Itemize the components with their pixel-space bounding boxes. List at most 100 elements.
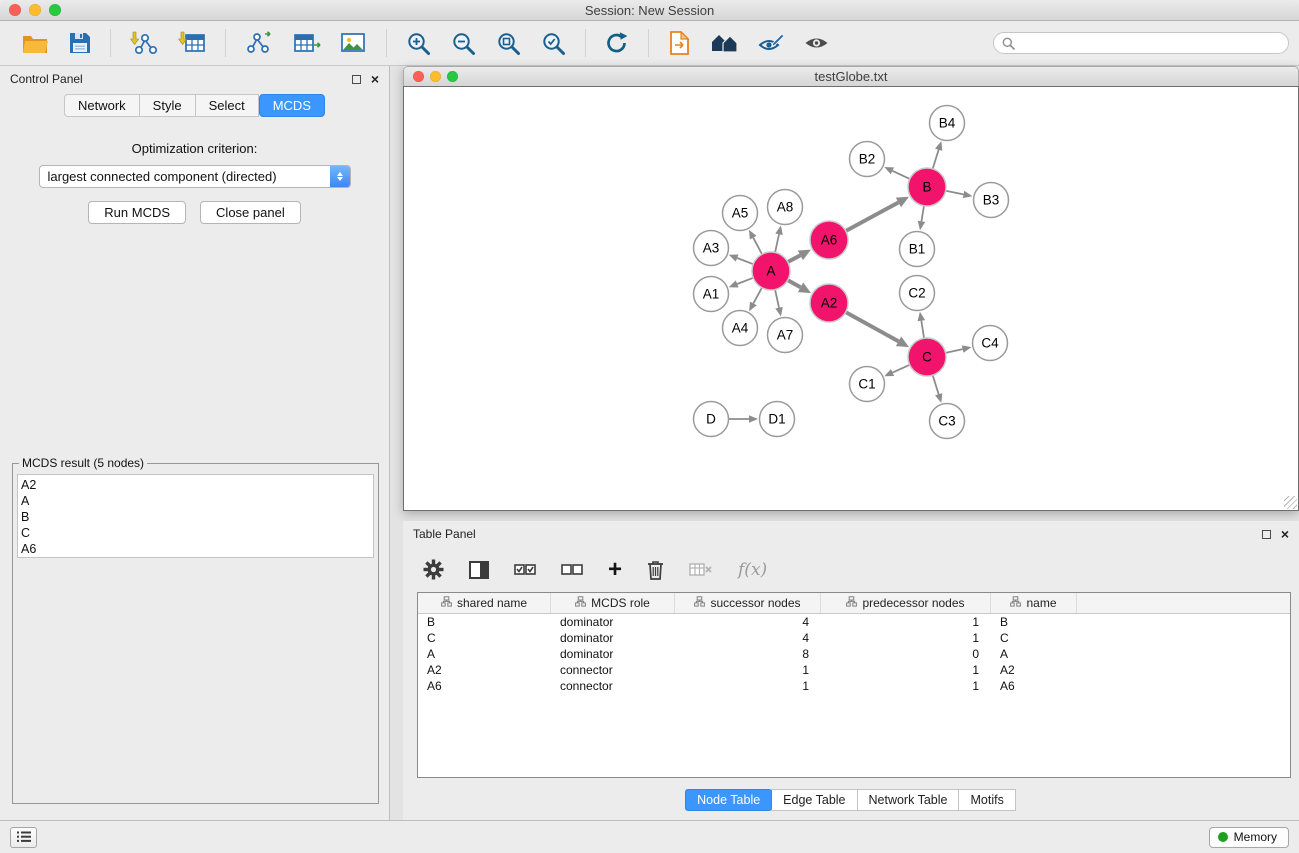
table-tab-node-table[interactable]: Node Table: [685, 789, 772, 811]
mcds-result-item[interactable]: A: [21, 493, 373, 509]
export-image-button[interactable]: [338, 29, 370, 57]
control-tab-network[interactable]: Network: [64, 94, 140, 117]
graph-node-B[interactable]: B: [908, 168, 946, 206]
graph-edge-C-C2[interactable]: [921, 321, 924, 339]
mcds-result-item[interactable]: B: [21, 509, 373, 525]
mcds-result-item[interactable]: C: [21, 525, 373, 541]
select-all-button[interactable]: [512, 561, 538, 579]
graph-node-D[interactable]: D: [694, 402, 729, 437]
add-row-button[interactable]: +: [606, 558, 624, 582]
graph-edge-C-C1[interactable]: [893, 365, 910, 373]
graph-edge-A-A3[interactable]: [737, 258, 753, 264]
column-header-name[interactable]: name: [991, 593, 1077, 613]
float-panel-icon[interactable]: [1262, 530, 1271, 539]
network-window-titlebar[interactable]: testGlobe.txt: [403, 66, 1299, 86]
table-tab-motifs[interactable]: Motifs: [958, 789, 1015, 811]
insert-column-button[interactable]: [467, 559, 491, 581]
close-panel-icon[interactable]: ×: [1281, 529, 1289, 539]
search-input[interactable]: [1020, 36, 1280, 50]
network-maximize-button[interactable]: [447, 71, 458, 82]
open-document-button[interactable]: [665, 28, 694, 58]
refresh-layout-button[interactable]: [602, 28, 632, 58]
graph-node-C[interactable]: C: [908, 338, 946, 376]
table-row-B[interactable]: Bdominator41B: [418, 614, 1290, 630]
graph-node-C1[interactable]: C1: [850, 367, 885, 402]
column-header-predecessor-nodes[interactable]: predecessor nodes: [821, 593, 991, 613]
optimization-criterion-select[interactable]: largest connected component (directed): [39, 165, 351, 188]
table-row-A[interactable]: Adominator80A: [418, 646, 1290, 662]
graph-node-B2[interactable]: B2: [850, 142, 885, 177]
close-panel-button[interactable]: Close panel: [200, 201, 301, 224]
graph-edge-B-B2[interactable]: [892, 171, 909, 179]
task-history-button[interactable]: [10, 827, 37, 848]
network-canvas[interactable]: B4 B2 B B3 A5 A8A6 A3 B1 A A1 C2 A2 A4 A7 C4 C C1 C3 D D1: [403, 86, 1299, 511]
control-tab-style[interactable]: Style: [140, 94, 196, 117]
graph-node-C3[interactable]: C3: [930, 404, 965, 439]
graph-edge-A-A6[interactable]: [788, 255, 801, 262]
column-header-shared-name[interactable]: shared name: [418, 593, 551, 613]
graph-edge-A-A5[interactable]: [753, 238, 762, 255]
table-tab-edge-table[interactable]: Edge Table: [771, 789, 857, 811]
graph-edge-A-A4[interactable]: [753, 288, 762, 304]
graph-edge-C-C3[interactable]: [933, 375, 939, 394]
mcds-result-item[interactable]: A2: [21, 477, 373, 493]
eye-button[interactable]: [801, 31, 832, 55]
graph-node-A2[interactable]: A2: [810, 284, 848, 322]
export-table-button[interactable]: [290, 28, 324, 58]
graph-node-B1[interactable]: B1: [900, 232, 935, 267]
network-close-button[interactable]: [413, 71, 424, 82]
graph-edge-C-C4[interactable]: [946, 349, 963, 353]
graph-node-C4[interactable]: C4: [973, 326, 1008, 361]
graph-node-A5[interactable]: A5: [723, 196, 758, 231]
column-header-successor-nodes[interactable]: successor nodes: [675, 593, 821, 613]
graph-edge-B-B3[interactable]: [946, 191, 964, 195]
table-settings-button[interactable]: [421, 557, 446, 582]
graph-node-B3[interactable]: B3: [974, 183, 1009, 218]
graph-edge-A-A8[interactable]: [775, 234, 779, 252]
delete-row-button[interactable]: [645, 558, 666, 582]
delete-table-button[interactable]: [687, 560, 715, 579]
zoom-out-button[interactable]: [448, 28, 479, 59]
graph-edge-A-A1[interactable]: [737, 278, 753, 284]
close-window-button[interactable]: [9, 4, 21, 16]
memory-button[interactable]: Memory: [1209, 827, 1289, 848]
table-row-A2[interactable]: A2connector11A2: [418, 662, 1290, 678]
graph-edge-B-B1[interactable]: [921, 206, 924, 222]
zoom-in-button[interactable]: [403, 28, 434, 59]
open-session-button[interactable]: [19, 30, 52, 57]
column-header-MCDS-role[interactable]: MCDS role: [551, 593, 675, 613]
graph-node-A8[interactable]: A8: [768, 190, 803, 225]
run-mcds-button[interactable]: Run MCDS: [88, 201, 186, 224]
mcds-result-item[interactable]: A6: [21, 541, 373, 557]
graph-edge-A6-B[interactable]: [846, 202, 899, 231]
maximize-window-button[interactable]: [49, 4, 61, 16]
minimize-window-button[interactable]: [29, 4, 41, 16]
graph-node-D1[interactable]: D1: [760, 402, 795, 437]
graph-edge-B-B4[interactable]: [933, 150, 939, 169]
zoom-fit-button[interactable]: [493, 28, 524, 59]
graph-node-A[interactable]: A: [752, 252, 790, 290]
graph-node-A7[interactable]: A7: [768, 318, 803, 353]
graph-node-C2[interactable]: C2: [900, 276, 935, 311]
graph-node-A4[interactable]: A4: [723, 311, 758, 346]
home-button[interactable]: [708, 30, 741, 56]
graph-node-B4[interactable]: B4: [930, 106, 965, 141]
float-panel-icon[interactable]: [352, 75, 361, 84]
graph-node-A1[interactable]: A1: [694, 277, 729, 312]
graph-node-A6[interactable]: A6: [810, 221, 848, 259]
import-table-button[interactable]: [175, 28, 209, 58]
deselect-all-button[interactable]: [559, 561, 585, 579]
show-details-button[interactable]: [755, 29, 787, 57]
table-row-C[interactable]: Cdominator41C: [418, 630, 1290, 646]
close-panel-icon[interactable]: ×: [371, 74, 379, 84]
table-tab-network-table[interactable]: Network Table: [857, 789, 960, 811]
resize-grip[interactable]: [1284, 496, 1297, 509]
graph-node-A3[interactable]: A3: [694, 231, 729, 266]
export-network-button[interactable]: [242, 28, 276, 58]
control-tab-mcds[interactable]: MCDS: [259, 94, 325, 117]
graph-edge-A-A2[interactable]: [788, 280, 801, 287]
function-builder-button[interactable]: f(x): [736, 558, 769, 582]
zoom-selected-button[interactable]: [538, 28, 569, 59]
network-minimize-button[interactable]: [430, 71, 441, 82]
control-tab-select[interactable]: Select: [196, 94, 259, 117]
